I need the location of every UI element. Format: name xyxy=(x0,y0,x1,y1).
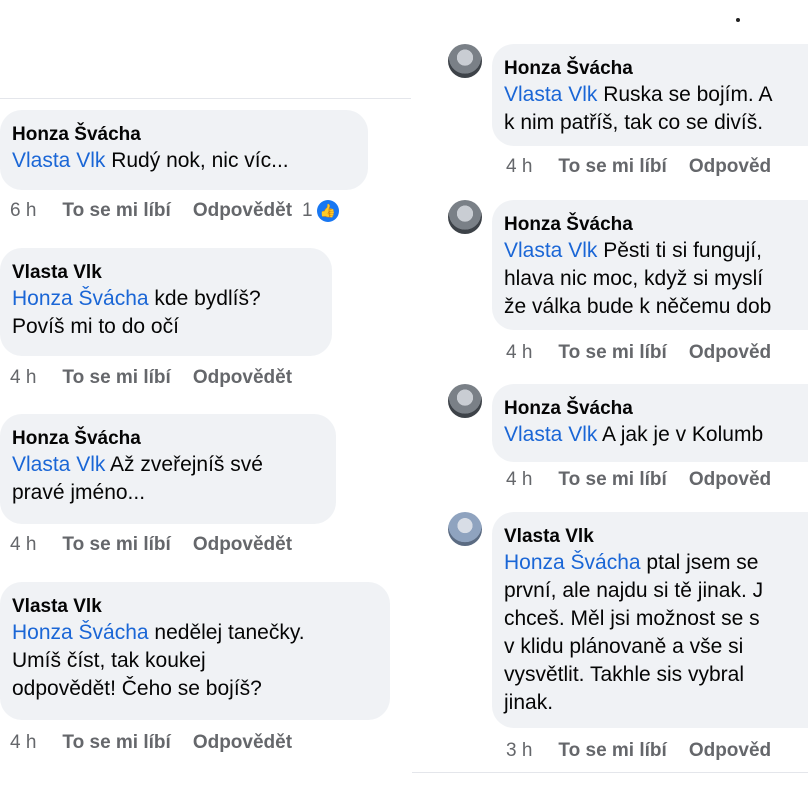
comment-time[interactable]: 4 h xyxy=(506,469,532,490)
mention-link[interactable]: Honza Švácha xyxy=(12,287,149,310)
reply-button[interactable]: Odpovědět xyxy=(193,367,292,388)
comment-actions: 6 h To se mi líbí Odpovědět 1 👍 xyxy=(10,200,361,222)
like-button[interactable]: To se mi líbí xyxy=(62,367,170,388)
comment-actions: 4 h To se mi líbí Odpovědět xyxy=(10,534,314,556)
comment-bubble[interactable]: Honza Švácha Vlasta Vlk Ruska se bojím. … xyxy=(492,44,808,146)
reply-button[interactable]: Odpovědět xyxy=(193,732,292,753)
comment-actions: 4 h To se mi líbí Odpověd xyxy=(506,342,793,364)
reply-button[interactable]: Odpověd xyxy=(689,342,771,363)
comment-author[interactable]: Vlasta Vlk xyxy=(12,594,372,619)
comment-text: odpovědět! Čeho se bojíš? xyxy=(12,677,262,700)
comment-time[interactable]: 4 h xyxy=(506,156,532,177)
comment-actions: 4 h To se mi líbí Odpověd xyxy=(506,156,793,178)
reply-button[interactable]: Odpovědět xyxy=(193,534,292,555)
comment-author[interactable]: Honza Švácha xyxy=(12,426,318,451)
comment-actions: 4 h To se mi líbí Odpovědět xyxy=(10,367,314,389)
comment-text: pravé jméno... xyxy=(12,481,146,504)
comment-text: jinak. xyxy=(504,691,554,714)
like-button[interactable]: To se mi líbí xyxy=(558,740,666,761)
comment-text: ptal jsem se xyxy=(640,551,759,574)
comment-bubble[interactable]: Honza Švácha Vlasta Vlk Rudý nok, nic ví… xyxy=(0,110,368,190)
comment-text: A jak je v Kolumb xyxy=(597,423,764,446)
comment-author[interactable]: Honza Švácha xyxy=(504,396,808,421)
comment-author[interactable]: Vlasta Vlk xyxy=(504,524,808,549)
separator-line xyxy=(412,772,808,773)
like-button[interactable]: To se mi líbí xyxy=(62,534,170,555)
like-button[interactable]: To se mi líbí xyxy=(558,469,666,490)
reply-button[interactable]: Odpověd xyxy=(689,156,771,177)
comment-text: Povíš mi to do očí xyxy=(12,315,179,338)
comment-text: v klidu plánovaně a vše si xyxy=(504,635,744,658)
separator-line xyxy=(0,98,412,99)
comment-text: Pěsti ti si fungují, xyxy=(597,239,762,262)
right-screenshot: Honza Švácha Vlasta Vlk Ruska se bojím. … xyxy=(412,0,808,808)
comment-author[interactable]: Honza Švácha xyxy=(504,56,808,81)
mention-link[interactable]: Vlasta Vlk xyxy=(504,83,597,106)
comment-text: Až zveřejníš své xyxy=(105,453,263,476)
comment-text: že válka bude k něčemu dob xyxy=(504,295,772,318)
comment-time[interactable]: 4 h xyxy=(10,534,36,555)
reply-button[interactable]: Odpověd xyxy=(689,740,771,761)
comment-bubble[interactable]: Honza Švácha Vlasta Vlk A jak je v Kolum… xyxy=(492,384,808,462)
comment-text: Rudý nok, nic víc... xyxy=(105,149,289,172)
comment-text: chceš. Měl jsi možnost se s xyxy=(504,607,760,630)
comment-text: k nim patříš, tak co se divíš. xyxy=(504,111,764,134)
avatar[interactable] xyxy=(448,200,482,234)
comment-text: Ruska se bojím. A xyxy=(597,83,773,106)
comment-text: hlava nic moc, když si myslí xyxy=(504,267,764,290)
mention-link[interactable]: Vlasta Vlk xyxy=(12,453,105,476)
reply-button[interactable]: Odpověd xyxy=(689,469,771,490)
comment-actions: 3 h To se mi líbí Odpověd xyxy=(506,740,793,762)
like-button[interactable]: To se mi líbí xyxy=(558,156,666,177)
like-button[interactable]: To se mi líbí xyxy=(62,732,170,753)
comment-bubble[interactable]: Vlasta Vlk Honza Švácha ptal jsem se prv… xyxy=(492,512,808,728)
comment-bubble[interactable]: Vlasta Vlk Honza Švácha nedělej tanečky.… xyxy=(0,582,390,720)
avatar[interactable] xyxy=(448,512,482,546)
comment-actions: 4 h To se mi líbí Odpověd xyxy=(506,469,793,491)
mention-link[interactable]: Honza Švácha xyxy=(12,621,149,644)
mention-link[interactable]: Vlasta Vlk xyxy=(12,149,105,172)
comment-time[interactable]: 3 h xyxy=(506,740,532,761)
comment-author[interactable]: Vlasta Vlk xyxy=(12,260,314,285)
comment-author[interactable]: Honza Švácha xyxy=(12,122,350,147)
avatar[interactable] xyxy=(448,384,482,418)
comment-bubble[interactable]: Honza Švácha Vlasta Vlk Až zveřejníš své… xyxy=(0,414,336,524)
comment-time[interactable]: 6 h xyxy=(10,200,36,221)
comment-text: kde bydlíš? xyxy=(148,287,261,310)
comment-time[interactable]: 4 h xyxy=(10,732,36,753)
reaction-count: 1 xyxy=(302,200,313,222)
mention-link[interactable]: Vlasta Vlk xyxy=(504,423,597,446)
mention-link[interactable]: Vlasta Vlk xyxy=(504,239,597,262)
comment-bubble[interactable]: Vlasta Vlk Honza Švácha kde bydlíš? Poví… xyxy=(0,248,332,356)
thumbs-up-icon[interactable]: 👍 xyxy=(316,200,339,222)
left-screenshot: Honza Švácha Vlasta Vlk Rudý nok, nic ví… xyxy=(0,0,412,808)
comment-actions: 4 h To se mi líbí Odpovědět xyxy=(10,732,314,754)
comment-text: nedělej tanečky. xyxy=(148,621,305,644)
like-button[interactable]: To se mi líbí xyxy=(62,200,170,221)
reply-button[interactable]: Odpovědět xyxy=(193,200,292,221)
comment-time[interactable]: 4 h xyxy=(506,342,532,363)
status-dot xyxy=(736,18,740,22)
comment-text: první, ale najdu si tě jinak. J xyxy=(504,579,764,602)
avatar[interactable] xyxy=(448,44,482,78)
comment-text: Umíš číst, tak koukej xyxy=(12,649,206,672)
mention-link[interactable]: Honza Švácha xyxy=(504,551,641,574)
comment-bubble[interactable]: Honza Švácha Vlasta Vlk Pěsti ti si fung… xyxy=(492,200,808,330)
comment-author[interactable]: Honza Švácha xyxy=(504,212,808,237)
like-button[interactable]: To se mi líbí xyxy=(558,342,666,363)
comment-time[interactable]: 4 h xyxy=(10,367,36,388)
comment-text: vysvětlit. Takhle sis vybral xyxy=(504,663,745,686)
